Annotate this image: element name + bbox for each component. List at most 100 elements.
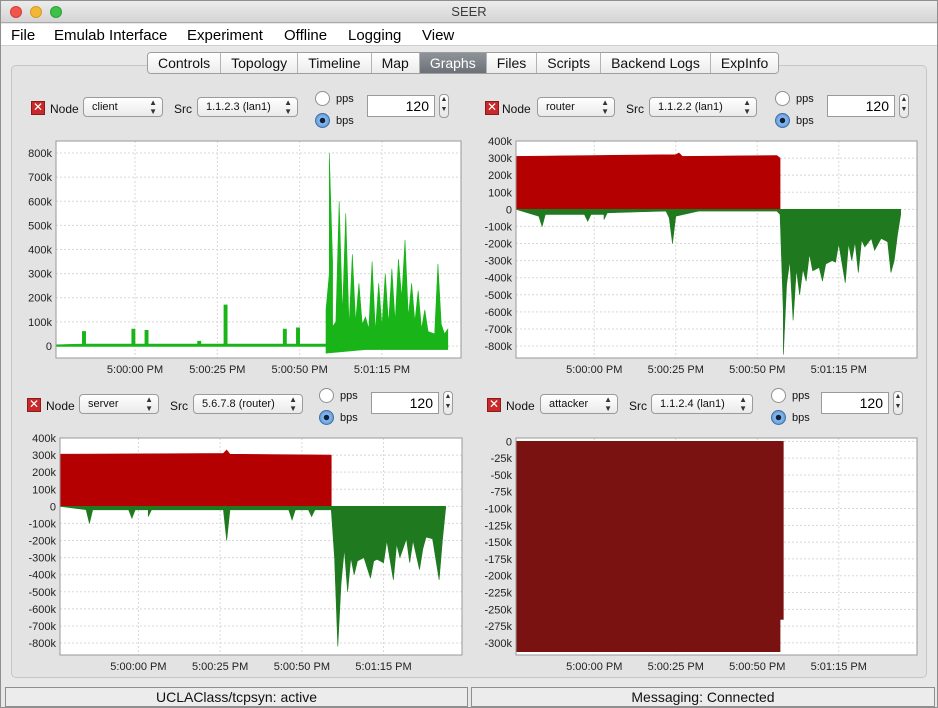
graph-controls-client: ✕ Node client ▲ ▼ Src 1.1.2.3 (lan1) ▲ ▼ pps…	[31, 91, 451, 128]
interval-stepper[interactable]: ▲ ▼	[443, 391, 453, 415]
interval-field[interactable]: 120	[821, 392, 889, 414]
tab-timeline[interactable]: Timeline	[298, 53, 372, 73]
y-tick-label: 400k	[28, 245, 52, 257]
pps-radio[interactable]	[315, 91, 330, 106]
y-tick-label: -225k	[484, 588, 512, 600]
pps-label: pps	[340, 390, 358, 402]
bps-label: bps	[336, 115, 354, 127]
y-tick-label: -150k	[484, 537, 512, 549]
remove-graph-checkbox[interactable]: ✕	[487, 398, 501, 412]
interval-field[interactable]: 120	[827, 95, 895, 117]
bps-radio[interactable]	[771, 410, 786, 425]
graph-router: 400k 300k 200k 100k 0 -100k -200k -300k -400k -50…	[469, 131, 937, 381]
interval-stepper[interactable]: ▲ ▼	[439, 94, 449, 118]
tab-map[interactable]: Map	[371, 53, 420, 73]
y-tick-label: 0	[506, 436, 512, 448]
updown-icon: ▲ ▼	[743, 98, 751, 116]
y-tick-label: -400k	[28, 570, 56, 582]
messaging-status: Messaging: Connected	[471, 687, 935, 707]
node-select-value: router	[546, 101, 575, 113]
node-select[interactable]: client ▲ ▼	[83, 97, 163, 117]
updown-icon: ▲ ▼	[601, 98, 609, 116]
interval-stepper[interactable]: ▲ ▼	[899, 94, 909, 118]
src-label: Src	[170, 399, 188, 413]
pps-radio[interactable]	[319, 388, 334, 403]
bps-label: bps	[792, 412, 810, 424]
pps-radio[interactable]	[771, 388, 786, 403]
node-select-value: client	[92, 101, 118, 113]
x-tick-label: 5:00:25 PM	[189, 364, 245, 376]
y-tick-label: -600k	[28, 604, 56, 616]
interval-stepper[interactable]: ▲ ▼	[893, 391, 903, 415]
src-select[interactable]: 1.1.2.3 (lan1) ▲ ▼	[197, 97, 298, 117]
graph-controls-router: ✕ Node router ▲ ▼ Src 1.1.2.2 (lan1) ▲ ▼ pps…	[485, 91, 915, 128]
bps-radio[interactable]	[319, 410, 334, 425]
node-select[interactable]: router ▲ ▼	[537, 97, 615, 117]
node-select-value: attacker	[549, 398, 589, 410]
src-label: Src	[174, 102, 192, 116]
interval-field[interactable]: 120	[367, 95, 435, 117]
menu-offline[interactable]: Offline	[284, 27, 327, 44]
tab-expinfo[interactable]: ExpInfo	[710, 53, 779, 73]
src-select[interactable]: 1.1.2.4 (lan1) ▲ ▼	[651, 394, 753, 414]
y-tick-label: 400k	[32, 433, 56, 445]
x-tick-label: 5:01:15 PM	[355, 661, 411, 673]
y-tick-label: -600k	[484, 307, 512, 319]
pps-label: pps	[336, 93, 354, 105]
src-label: Src	[626, 102, 644, 116]
updown-icon: ▲ ▼	[145, 395, 153, 413]
menu-experiment[interactable]: Experiment	[187, 27, 263, 44]
x-tick-label: 5:00:25 PM	[648, 661, 704, 673]
remove-graph-checkbox[interactable]: ✕	[31, 101, 45, 115]
pps-radio[interactable]	[775, 91, 790, 106]
graph-client: 0 100k 200k 300k 400k 500k 600k 700k 800k 5:00:00…	[1, 131, 469, 381]
y-tick-label: 400k	[488, 136, 512, 148]
title-bar: SEER	[1, 1, 937, 23]
x-tick-label: 5:00:00 PM	[566, 661, 622, 673]
y-tick-label: -100k	[484, 504, 512, 516]
y-tick-label: -800k	[484, 341, 512, 353]
src-select-value: 1.1.2.4 (lan1)	[660, 398, 725, 410]
y-tick-label: 700k	[28, 172, 52, 184]
y-tick-label: 100k	[488, 187, 512, 199]
src-select[interactable]: 5.6.7.8 (router) ▲ ▼	[193, 394, 303, 414]
interval-field[interactable]: 120	[371, 392, 439, 414]
y-tick-label: 200k	[28, 293, 52, 305]
menu-file[interactable]: File	[11, 27, 35, 44]
y-tick-label: 200k	[488, 170, 512, 182]
x-tick-label: 5:00:25 PM	[192, 661, 248, 673]
y-tick-label: 600k	[28, 196, 52, 208]
src-select[interactable]: 1.1.2.2 (lan1) ▲ ▼	[649, 97, 757, 117]
node-label: Node	[50, 102, 79, 116]
updown-icon: ▲ ▼	[284, 98, 292, 116]
y-tick-label: -500k	[28, 587, 56, 599]
tab-files[interactable]: Files	[486, 53, 538, 73]
tab-graphs[interactable]: Graphs	[419, 53, 487, 73]
menu-emulab-interface[interactable]: Emulab Interface	[54, 27, 167, 44]
tab-topology[interactable]: Topology	[221, 53, 299, 73]
bps-radio[interactable]	[775, 113, 790, 128]
graph-controls-attacker: ✕ Node attacker ▲ ▼ Src 1.1.2.4 (lan1) ▲ ▼ p…	[487, 388, 917, 425]
node-select[interactable]: attacker ▲ ▼	[540, 394, 618, 414]
remove-graph-checkbox[interactable]: ✕	[485, 101, 499, 115]
bps-radio[interactable]	[315, 113, 330, 128]
y-tick-label: 100k	[32, 484, 56, 496]
y-tick-label: 200k	[32, 467, 56, 479]
y-tick-label: -500k	[484, 290, 512, 302]
x-tick-label: 5:01:15 PM	[811, 661, 867, 673]
y-tick-label: -300k	[484, 638, 512, 650]
menu-view[interactable]: View	[422, 27, 454, 44]
y-tick-label: 300k	[32, 450, 56, 462]
y-tick-label: -200k	[28, 536, 56, 548]
menu-logging[interactable]: Logging	[348, 27, 401, 44]
y-tick-label: 500k	[28, 220, 52, 232]
tab-scripts[interactable]: Scripts	[537, 53, 602, 73]
node-select[interactable]: server ▲ ▼	[79, 394, 159, 414]
seer-window: SEER File Emulab Interface Experiment Of…	[0, 0, 938, 708]
tab-controls[interactable]: Controls	[148, 53, 222, 73]
remove-graph-checkbox[interactable]: ✕	[27, 398, 41, 412]
bps-label: bps	[796, 115, 814, 127]
tab-backend-logs[interactable]: Backend Logs	[601, 53, 711, 73]
updown-icon: ▲ ▼	[604, 395, 612, 413]
traffic-area-positive	[59, 449, 332, 507]
